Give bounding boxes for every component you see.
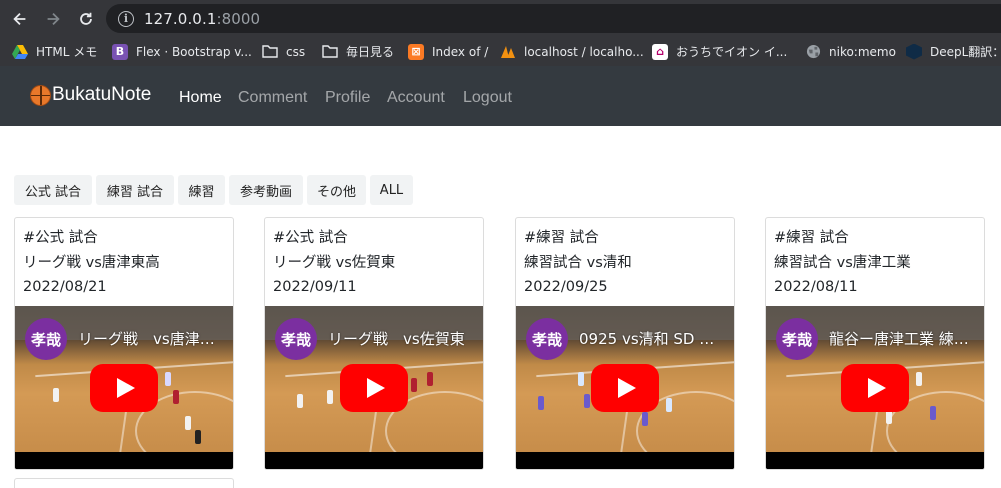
aeon-icon: ⌂ — [652, 43, 668, 60]
filter-practice-match[interactable]: 練習 試合 — [96, 175, 174, 205]
card-tag: #練習 試合 — [774, 230, 849, 246]
video-embed[interactable]: 孝哉 リーグ戦 vs唐津東高 — [15, 306, 233, 469]
post-card[interactable]: #練習 試合 練習試合 vs清和 2022/09/25 孝哉 0925 vs清和… — [515, 217, 735, 470]
channel-avatar[interactable]: 孝哉 — [25, 318, 67, 360]
brand-logo[interactable]: BukatuNote — [30, 84, 151, 106]
filter-all[interactable]: ALL — [370, 175, 413, 205]
reload-icon[interactable] — [75, 8, 97, 30]
card-tag: #練習 試合 — [524, 230, 599, 246]
bookmark-bootstrap-flex[interactable]: B Flex · Bootstrap v... — [112, 37, 252, 66]
card-date: 2022/09/11 — [273, 279, 357, 295]
back-arrow-icon[interactable] — [9, 8, 31, 30]
url-text: 127.0.0.1:8000 — [144, 9, 261, 28]
filter-reference-video[interactable]: 参考動画 — [229, 175, 303, 205]
card-tag: #公式 試合 — [23, 230, 98, 246]
basketball-icon — [30, 84, 51, 106]
youtube-play-icon[interactable] — [591, 364, 659, 412]
filter-official-match[interactable]: 公式 試合 — [14, 175, 92, 205]
video-embed[interactable]: 孝哉 0925 vs清和 SD 練習試合 — [516, 306, 734, 469]
post-card[interactable]: #公式 試合 リーグ戦 vs佐賀東 2022/09/11 孝哉 リーグ戦 vs佐… — [264, 217, 484, 470]
youtube-play-icon[interactable] — [90, 364, 158, 412]
video-title[interactable]: リーグ戦 vs佐賀東 — [328, 328, 478, 349]
phpmyadmin-icon — [500, 44, 516, 60]
bookmark-niko-memo[interactable]: niko:memo — [805, 37, 896, 66]
post-card[interactable]: #公式 試合 リーグ戦 vs唐津東高 2022/08/21 孝哉 リーグ戦 vs… — [14, 217, 234, 470]
site-info-icon[interactable]: i — [118, 10, 134, 27]
bookmark-folder-daily[interactable]: 毎日見る — [322, 37, 394, 66]
youtube-play-icon[interactable] — [340, 364, 408, 412]
card-title: リーグ戦 vs佐賀東 — [273, 254, 396, 271]
folder-icon — [322, 44, 338, 60]
bookmark-html-memo[interactable]: HTML メモ — [12, 37, 97, 66]
bookmark-deepl[interactable]: DeepL翻訳： — [906, 37, 1001, 66]
card-tag: #公式 試合 — [273, 230, 348, 246]
filter-practice[interactable]: 練習 — [178, 175, 225, 205]
channel-avatar[interactable]: 孝哉 — [275, 318, 317, 360]
google-drive-icon — [12, 44, 28, 60]
brand-name: BukatuNote — [52, 84, 152, 105]
video-title[interactable]: 0925 vs清和 SD 練習試合 — [579, 328, 729, 349]
channel-avatar[interactable]: 孝哉 — [776, 318, 818, 360]
card-date: 2022/09/25 — [524, 279, 608, 295]
bookmark-folder-css[interactable]: css — [262, 37, 305, 66]
nav-comment[interactable]: Comment — [238, 89, 307, 107]
bookmark-index-of[interactable]: ⊠ Index of / — [408, 37, 488, 66]
nav-logout[interactable]: Logout — [463, 89, 512, 107]
video-title[interactable]: 龍谷ー唐津工業 練習試合 — [829, 328, 979, 349]
app-navbar: BukatuNote Home Comment Profile Account … — [0, 66, 1001, 126]
bookmarks-bar: HTML メモ B Flex · Bootstrap v... css 毎日見る… — [0, 37, 1001, 66]
post-card[interactable]: #練習 試合 練習試合 vs唐津工業 2022/08/11 孝哉 龍谷ー唐津工業… — [765, 217, 985, 470]
xampp-icon: ⊠ — [408, 43, 424, 60]
card-date: 2022/08/21 — [23, 279, 107, 295]
folder-icon — [262, 44, 278, 60]
nav-home[interactable]: Home — [179, 89, 222, 107]
channel-avatar[interactable]: 孝哉 — [526, 318, 568, 360]
video-embed[interactable]: 孝哉 リーグ戦 vs佐賀東 — [265, 306, 483, 469]
bootstrap-icon: B — [112, 43, 128, 60]
browser-toolbar: i 127.0.0.1:8000 — [0, 0, 1001, 37]
forward-arrow-icon[interactable] — [42, 8, 64, 30]
bookmark-phpmyadmin[interactable]: localhost / localho... — [500, 37, 644, 66]
nav-profile[interactable]: Profile — [325, 89, 370, 107]
globe-icon — [805, 44, 821, 60]
deepl-icon — [906, 43, 922, 60]
post-card[interactable] — [14, 478, 234, 488]
nav-account[interactable]: Account — [387, 89, 445, 107]
card-title: リーグ戦 vs唐津東高 — [23, 254, 160, 271]
video-embed[interactable]: 孝哉 龍谷ー唐津工業 練習試合 — [766, 306, 984, 469]
address-bar[interactable]: i 127.0.0.1:8000 — [106, 4, 1001, 33]
card-date: 2022/08/11 — [774, 279, 858, 295]
filter-other[interactable]: その他 — [307, 175, 366, 205]
youtube-play-icon[interactable] — [841, 364, 909, 412]
card-title: 練習試合 vs清和 — [524, 254, 632, 271]
video-title[interactable]: リーグ戦 vs唐津東高 — [78, 328, 228, 349]
card-title: 練習試合 vs唐津工業 — [774, 254, 911, 271]
bookmark-aeon[interactable]: ⌂ おうちでイオン イ... — [652, 37, 787, 66]
